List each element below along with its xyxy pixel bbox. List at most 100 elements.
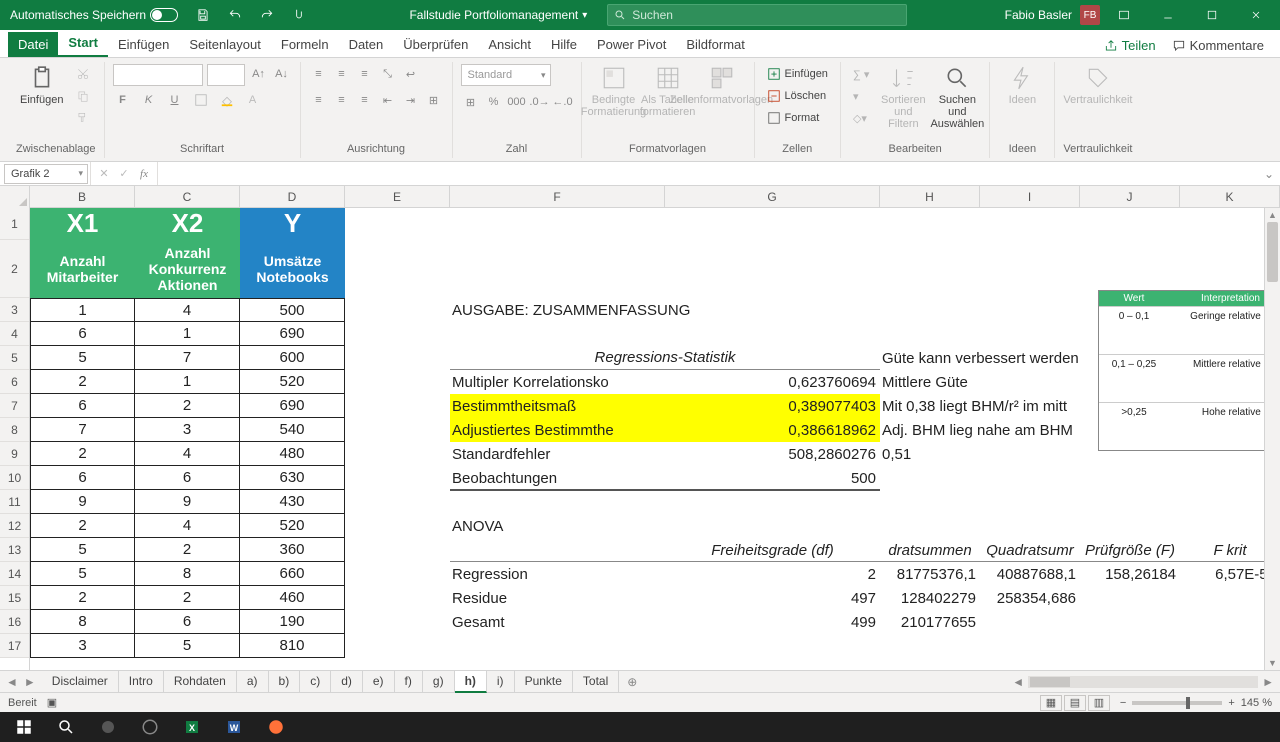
thousands-icon[interactable]: 000 [507, 92, 527, 112]
document-title[interactable]: Fallstudie Portfoliomanagement ▾ [409, 8, 587, 22]
sheet-tab-Total[interactable]: Total [573, 671, 619, 693]
row-header-10[interactable]: 10 [0, 466, 29, 490]
formula-input[interactable] [158, 164, 1258, 184]
sheet-tab-Disclaimer[interactable]: Disclaimer [42, 671, 119, 693]
cancel-formula-icon[interactable]: ✕ [95, 167, 113, 180]
font-size-combo[interactable] [207, 64, 245, 86]
cell-B4[interactable]: 6 [30, 322, 135, 346]
format-painter-button[interactable] [72, 108, 94, 128]
row-header-12[interactable]: 12 [0, 514, 29, 538]
cell-C13[interactable]: 2 [135, 538, 240, 562]
zoom-level[interactable]: 145 % [1241, 697, 1272, 709]
fill-button[interactable]: ▾ [849, 86, 873, 106]
clear-button[interactable]: ◇▾ [849, 108, 873, 128]
delete-cells-button[interactable]: Löschen [763, 86, 832, 106]
ribbon-tab-überprüfen[interactable]: Überprüfen [393, 32, 478, 57]
comments-button[interactable]: Kommentare [1164, 34, 1272, 57]
inc-decimal-icon[interactable]: .0→ [530, 92, 550, 112]
sort-filter-button[interactable]: Sortieren und Filtern [879, 64, 927, 130]
hscroll-right-icon[interactable]: ► [1262, 675, 1274, 689]
sheet-nav-next-icon[interactable]: ► [24, 675, 36, 689]
hscroll-thumb[interactable] [1030, 677, 1070, 687]
cell-D16[interactable]: 190 [240, 610, 345, 634]
font-color-icon[interactable]: A [243, 90, 263, 110]
indent-inc-icon[interactable]: ⇥ [401, 90, 421, 110]
row-header-14[interactable]: 14 [0, 562, 29, 586]
cell-C12[interactable]: 4 [135, 514, 240, 538]
cell-D10[interactable]: 630 [240, 466, 345, 490]
cell-D3[interactable]: 500 [240, 298, 345, 322]
sheet-tab-Intro[interactable]: Intro [119, 671, 164, 693]
percent-icon[interactable]: % [484, 92, 504, 112]
col-header-D[interactable]: D [240, 186, 345, 207]
autosum-button[interactable]: ∑ ▾ [849, 64, 873, 84]
row-header-7[interactable]: 7 [0, 394, 29, 418]
cell-B12[interactable]: 2 [30, 514, 135, 538]
ribbon-tab-formeln[interactable]: Formeln [271, 32, 339, 57]
fill-color-icon[interactable] [217, 90, 237, 110]
cell-C11[interactable]: 9 [135, 490, 240, 514]
redo-icon[interactable] [254, 2, 280, 28]
bold-icon[interactable]: F [113, 90, 133, 110]
ribbon-tab-hilfe[interactable]: Hilfe [541, 32, 587, 57]
cell-B15[interactable]: 2 [30, 586, 135, 610]
expand-formula-bar-icon[interactable]: ⌄ [1258, 167, 1280, 181]
align-top-icon[interactable]: ≡ [309, 64, 329, 84]
row-header-13[interactable]: 13 [0, 538, 29, 562]
ribbon-tab-bildformat[interactable]: Bildformat [676, 32, 755, 57]
cell-C5[interactable]: 7 [135, 346, 240, 370]
col-header-H[interactable]: H [880, 186, 980, 207]
ribbon-tab-seitenlayout[interactable]: Seitenlayout [179, 32, 271, 57]
cells-area[interactable]: X1X2YAnzahlMitarbeiterAnzahlKonkurrenzAk… [30, 208, 1264, 670]
share-button[interactable]: Teilen [1096, 34, 1164, 57]
increase-font-icon[interactable]: A↑ [249, 64, 269, 84]
name-box[interactable]: Grafik 2 [4, 164, 88, 184]
align-middle-icon[interactable]: ≡ [332, 64, 352, 84]
conditional-formatting-button[interactable]: Bedingte Formatierung [590, 64, 638, 118]
cell-B6[interactable]: 2 [30, 370, 135, 394]
sheet-tab-Rohdaten[interactable]: Rohdaten [164, 671, 237, 693]
find-select-button[interactable]: Suchen und Auswählen [933, 64, 981, 130]
align-left-icon[interactable]: ≡ [309, 90, 329, 110]
format-as-table-button[interactable]: Als Tabelle formatieren [644, 64, 692, 118]
sheet-tab-e[interactable]: e) [363, 671, 395, 693]
row-header-11[interactable]: 11 [0, 490, 29, 514]
cell-C16[interactable]: 6 [135, 610, 240, 634]
cell-C7[interactable]: 2 [135, 394, 240, 418]
cell-D8[interactable]: 540 [240, 418, 345, 442]
sheet-tab-i[interactable]: i) [487, 671, 515, 693]
macro-record-icon[interactable]: ▣ [47, 696, 57, 709]
row-header-1[interactable]: 1 [0, 208, 29, 240]
decrease-font-icon[interactable]: A↓ [272, 64, 292, 84]
sheet-tab-a[interactable]: a) [237, 671, 269, 693]
cell-B7[interactable]: 6 [30, 394, 135, 418]
accept-formula-icon[interactable]: ✓ [115, 167, 133, 180]
number-format-combo[interactable]: Standard [461, 64, 551, 86]
row-header-5[interactable]: 5 [0, 346, 29, 370]
row-header-15[interactable]: 15 [0, 586, 29, 610]
taskbar-search-icon[interactable] [46, 712, 86, 742]
cell-D15[interactable]: 460 [240, 586, 345, 610]
row-header-17[interactable]: 17 [0, 634, 29, 658]
zoom-slider[interactable] [1132, 701, 1222, 705]
col-header-I[interactable]: I [980, 186, 1080, 207]
indent-dec-icon[interactable]: ⇤ [378, 90, 398, 110]
cell-D12[interactable]: 520 [240, 514, 345, 538]
col-header-F[interactable]: F [450, 186, 665, 207]
col-header-C[interactable]: C [135, 186, 240, 207]
cell-B14[interactable]: 5 [30, 562, 135, 586]
cell-D14[interactable]: 660 [240, 562, 345, 586]
cell-B17[interactable]: 3 [30, 634, 135, 658]
cell-B13[interactable]: 5 [30, 538, 135, 562]
add-sheet-button[interactable]: ⊕ [619, 675, 645, 689]
row-header-2[interactable]: 2 [0, 240, 29, 298]
sheet-tab-b[interactable]: b) [269, 671, 301, 693]
col-header-K[interactable]: K [1180, 186, 1280, 207]
col-header-E[interactable]: E [345, 186, 450, 207]
format-cells-button[interactable]: Format [763, 108, 832, 128]
cell-B5[interactable]: 5 [30, 346, 135, 370]
interpretation-box[interactable]: WertInterpretation0 – 0,1Geringe relativ… [1098, 290, 1264, 451]
cell-C15[interactable]: 2 [135, 586, 240, 610]
ribbon-tab-ansicht[interactable]: Ansicht [478, 32, 541, 57]
cell-D17[interactable]: 810 [240, 634, 345, 658]
